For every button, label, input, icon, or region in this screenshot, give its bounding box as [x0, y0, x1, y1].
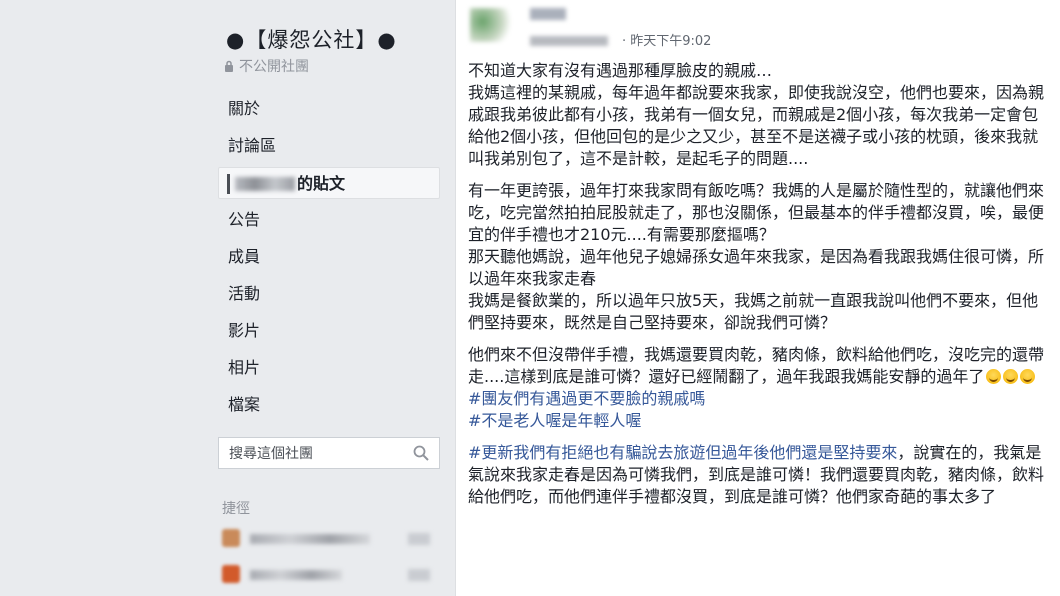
- group-search: [218, 437, 440, 469]
- nav-my-posts[interactable]: 的貼文: [218, 167, 440, 199]
- search-icon[interactable]: [413, 445, 429, 461]
- shortcut-label-redacted: [250, 534, 370, 544]
- group-privacy: 不公開社團: [224, 56, 309, 76]
- post-paragraph: 有一年更誇張，過年打來我家問有飯吃嗎？我媽的人是屬於隨性型的，就讓他們來吃，吃完…: [468, 181, 1045, 332]
- nav-events[interactable]: 活動: [218, 278, 440, 310]
- hashtag-link[interactable]: #團友們有遇過更不要臉的親戚嗎: [468, 389, 705, 408]
- hashtag-link[interactable]: #更新我們有拒絕也有騙說去旅遊但過年後他們還是堅持要來: [468, 443, 897, 462]
- group-sidebar: ●【爆怨公社】● 不公開社團 關於 討論區 的貼文 公告 成員 活動 影片 相片…: [0, 0, 455, 596]
- grin-emoji-icon: [1003, 369, 1019, 384]
- post-timestamp[interactable]: · 昨天下午9:02: [622, 30, 711, 49]
- nav-members[interactable]: 成員: [218, 241, 440, 273]
- shortcut-label-redacted: [250, 570, 342, 580]
- redacted-username: [235, 177, 295, 191]
- post-paragraph: 我媽這裡的某親戚，每年過年都說要來我家，即使我說沒空，他們也要來，因為親戚跟我弟…: [468, 83, 1045, 168]
- grin-emoji-icon: [986, 369, 1002, 384]
- grin-emoji-icon: [1020, 369, 1036, 384]
- privacy-label: 不公開社團: [239, 59, 309, 75]
- nav-my-posts-label: 的貼文: [297, 174, 346, 193]
- nav-discussion[interactable]: 討論區: [218, 130, 440, 162]
- active-indicator: [227, 174, 230, 194]
- shortcut-thumbnail: [222, 565, 240, 583]
- shortcut-item[interactable]: [220, 526, 440, 552]
- author-name-redacted[interactable]: [530, 8, 566, 20]
- post-paragraph-text: 他們來不但沒帶伴手禮，我媽還要買肉乾，豬肉條，飲料給他們吃，沒吃完的還帶走...…: [468, 345, 1045, 386]
- group-post: · 昨天下午9:02 不知道大家有沒有遇過那種厚臉皮的親戚… 我媽這裡的某親戚，…: [455, 0, 1060, 596]
- shortcut-thumbnail: [222, 529, 240, 547]
- nav-files[interactable]: 檔案: [218, 389, 440, 421]
- nav-about[interactable]: 關於: [218, 93, 440, 125]
- post-body: 不知道大家有沒有遇過那種厚臉皮的親戚… 我媽這裡的某親戚，每年過年都說要來我家，…: [468, 60, 1053, 508]
- post-paragraph: 他們來不但沒帶伴手禮，我媽還要買肉乾，豬肉條，飲料給他們吃，沒吃完的還帶走...…: [468, 344, 1053, 388]
- post-update-paragraph: #更新我們有拒絕也有騙說去旅遊但過年後他們還是堅持要來，說實在的，我氣是氣說來我…: [468, 442, 1053, 508]
- group-search-input[interactable]: [227, 442, 411, 466]
- nav-videos[interactable]: 影片: [218, 315, 440, 347]
- post-paragraph: 不知道大家有沒有遇過那種厚臉皮的親戚…: [468, 61, 773, 80]
- lock-icon: [225, 60, 233, 72]
- group-title[interactable]: ●【爆怨公社】●: [226, 24, 397, 54]
- shortcuts-heading: 捷徑: [222, 501, 250, 517]
- post-hashtag-line: #不是老人喔是年輕人喔: [468, 410, 1053, 432]
- shortcut-count-redacted: [408, 533, 430, 545]
- nav-photos[interactable]: 相片: [218, 352, 440, 384]
- shortcut-count-redacted: [408, 569, 430, 581]
- author-meta-redacted: [530, 36, 608, 46]
- author-avatar[interactable]: [470, 8, 512, 42]
- post-hashtag-line: #團友們有遇過更不要臉的親戚嗎: [468, 388, 1053, 410]
- nav-announcements[interactable]: 公告: [218, 204, 440, 236]
- hashtag-link[interactable]: #不是老人喔是年輕人喔: [468, 411, 641, 430]
- shortcut-item[interactable]: [220, 562, 440, 588]
